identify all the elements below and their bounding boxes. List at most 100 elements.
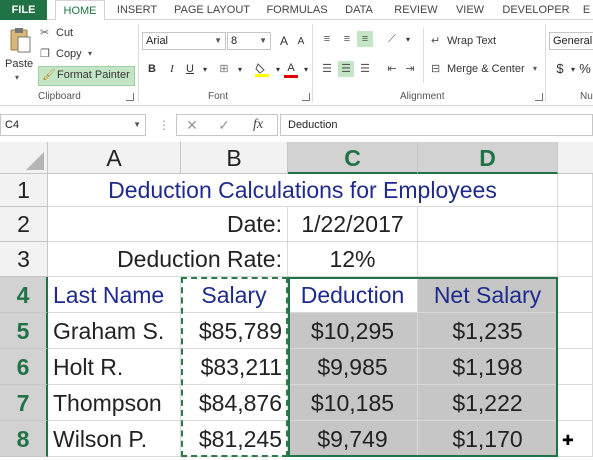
alignment-launcher-icon[interactable] [535,93,543,101]
cell-last-name[interactable]: Wilson P. [48,421,181,457]
empty-cell[interactable] [558,242,593,277]
date-value-cell[interactable]: 1/22/2017 [288,207,418,242]
orientation-dropdown-icon[interactable]: ▾ [400,32,416,48]
align-left-icon[interactable]: ☰ [319,61,335,77]
cell-last-name[interactable]: Thompson [48,385,181,421]
underline-dropdown-icon[interactable]: ▾ [197,62,213,78]
name-box[interactable]: C4 ▼ [0,114,146,136]
row-header-6[interactable]: 6 [0,349,48,385]
row-header-3[interactable]: 3 [0,242,48,277]
row-header-7[interactable]: 7 [0,385,48,421]
italic-button[interactable]: I [164,61,180,77]
ribbon-tab-bar: FILE HOME INSERT PAGE LAYOUT FORMULAS DA… [0,0,593,21]
row-header-5[interactable]: 5 [0,313,48,349]
header-deduction[interactable]: Deduction [288,277,418,313]
empty-cell[interactable] [418,207,558,242]
tab-page-layout[interactable]: PAGE LAYOUT [168,0,256,20]
percent-format-button[interactable]: % [577,61,593,77]
grow-font-button[interactable]: A [276,33,292,49]
select-all-icon [26,152,44,170]
row-header-4[interactable]: 4 [0,277,48,313]
title-cell[interactable]: Deduction Calculations for Employees [48,174,558,207]
align-center-icon[interactable]: ☰ [338,61,354,77]
tab-overflow[interactable]: E [580,0,593,20]
column-header-a[interactable]: A [48,142,181,174]
font-family-select[interactable]: Arial ▼ [142,32,226,50]
row-header-1[interactable]: 1 [0,174,48,207]
tab-formulas[interactable]: FORMULAS [262,0,332,20]
top-align-icon[interactable]: ≡ [319,31,335,47]
cell-salary[interactable]: $83,211 [181,349,288,385]
cell-deduction[interactable]: $9,749 [288,421,418,457]
header-last-name[interactable]: Last Name [48,277,181,313]
decrease-indent-icon[interactable]: ⇤ [384,61,400,77]
empty-cell[interactable] [558,313,593,349]
cell-net-salary[interactable]: $1,198 [418,349,558,385]
cell-last-name[interactable]: Holt R. [48,349,181,385]
empty-cell[interactable] [558,207,593,242]
cell-net-salary[interactable]: $1,170 [418,421,558,457]
wrap-text-icon: ↵ [431,35,441,47]
number-format-select[interactable]: General [549,32,593,50]
header-salary[interactable]: Salary [181,277,288,313]
formula-input[interactable]: Deduction [280,114,593,136]
row-header-2[interactable]: 2 [0,207,48,242]
merge-dropdown-icon[interactable]: ▾ [533,64,537,73]
cell-last-name[interactable]: Graham S. [48,313,181,349]
cancel-icon[interactable]: ✕ [179,115,205,135]
cell-salary[interactable]: $85,789 [181,313,288,349]
column-header-c[interactable]: C [288,142,418,174]
bold-button[interactable]: B [144,61,160,77]
header-net-salary[interactable]: Net Salary [418,277,558,313]
cell-salary[interactable]: $84,876 [181,385,288,421]
tab-developer[interactable]: DEVELOPER [498,0,574,20]
cell-net-salary[interactable]: $1,235 [418,313,558,349]
borders-dropdown-icon[interactable]: ▾ [232,62,248,78]
font-group-label: Font [208,91,229,102]
merge-center-icon: ⊟ [431,63,441,75]
column-header-b[interactable]: B [181,142,288,174]
empty-cell[interactable] [418,242,558,277]
rate-value-cell[interactable]: 12% [288,242,418,277]
bottom-align-icon[interactable]: ≡ [357,31,373,47]
align-right-icon[interactable]: ☰ [357,61,373,77]
tab-file[interactable]: FILE [0,0,47,20]
rate-label-cell[interactable]: Deduction Rate: [48,242,288,277]
cell-deduction[interactable]: $10,185 [288,385,418,421]
enter-icon[interactable]: ✓ [211,115,237,135]
cell-net-salary[interactable]: $1,222 [418,385,558,421]
empty-cell[interactable] [558,277,593,313]
date-label-cell[interactable]: Date: [48,207,288,242]
increase-indent-icon[interactable]: ⇥ [402,61,418,77]
orientation-icon[interactable]: ⟋ [384,31,400,47]
borders-icon[interactable]: ⊞ [216,61,232,77]
paste-dropdown-icon[interactable]: ▾ [15,73,19,82]
empty-cell[interactable] [558,174,593,207]
empty-cell[interactable] [558,385,593,421]
shrink-font-button[interactable]: A [293,34,309,50]
cell-deduction[interactable]: $10,295 [288,313,418,349]
font-size-select[interactable]: 8 ▼ [227,32,271,50]
font-color-glyph: A [287,62,295,74]
cell-deduction[interactable]: $9,985 [288,349,418,385]
column-header-e[interactable] [558,142,593,174]
font-launcher-icon[interactable] [302,93,310,101]
middle-align-icon[interactable]: ≡ [339,31,355,47]
fill-color-button[interactable] [254,61,270,77]
column-header-d[interactable]: D [418,142,558,174]
tab-data[interactable]: DATA [338,0,380,20]
row-header-8[interactable]: 8 [0,421,48,457]
tab-home[interactable]: HOME [55,0,105,21]
copy-dropdown-icon[interactable]: ▾ [88,49,92,58]
tab-insert[interactable]: INSERT [112,0,162,20]
font-color-button[interactable]: A [283,60,299,76]
tab-review[interactable]: REVIEW [388,0,444,20]
cell-salary[interactable]: $81,245 [181,421,288,457]
select-all-button[interactable] [0,142,48,174]
font-size-value: 8 [231,35,238,47]
clipboard-launcher-icon[interactable] [126,93,134,101]
empty-cell[interactable] [558,349,593,385]
underline-button[interactable]: U [182,61,198,77]
tab-view[interactable]: VIEW [450,0,490,20]
insert-function-button[interactable]: fx [245,115,271,135]
